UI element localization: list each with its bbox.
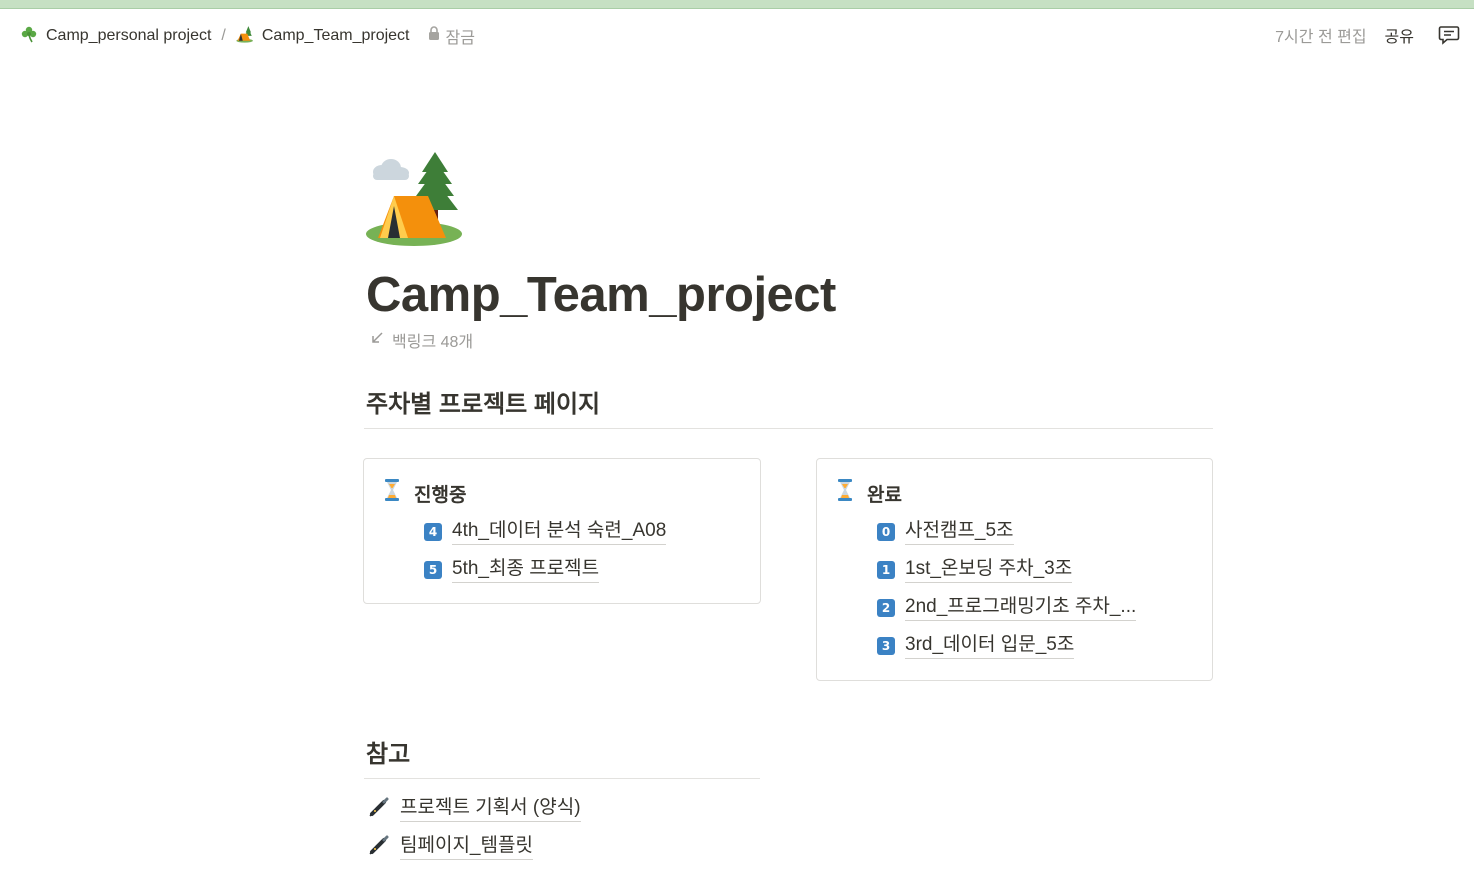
lock-label: 잠금 <box>445 30 475 47</box>
page-link-1st[interactable]: 1 1st_온보딩 주차_3조 <box>877 551 1136 589</box>
section-divider <box>364 778 760 779</box>
pen-icon <box>368 834 390 861</box>
backlinks-label: 백링크 48개 <box>392 334 474 351</box>
page-link-precamp[interactable]: 0 사전캠프_5조 <box>877 513 1136 551</box>
page-link-label: 사전캠프_5조 <box>905 519 1014 545</box>
keycap-4-icon: 4 <box>424 523 442 541</box>
page-link-project-plan[interactable]: 프로젝트 기획서 (양식) <box>368 790 581 828</box>
arrow-down-left-icon <box>370 331 384 350</box>
section-divider <box>364 428 1213 429</box>
page-link-3rd[interactable]: 3 3rd_데이터 입문_5조 <box>877 627 1136 665</box>
comment-icon[interactable] <box>1438 24 1462 46</box>
breadcrumb-item-team-project[interactable]: Camp_Team_project <box>232 25 414 48</box>
page-link-label: 3rd_데이터 입문_5조 <box>905 633 1075 659</box>
window-top-strip <box>0 0 1474 9</box>
page-link-label: 5th_최종 프로젝트 <box>452 557 600 583</box>
breadcrumb-item-personal-project[interactable]: Camp_personal project <box>16 25 215 48</box>
done-header[interactable]: 완료 <box>837 479 902 507</box>
in-progress-title: 진행중 <box>414 484 467 506</box>
page-title[interactable]: Camp_Team_project <box>366 262 836 328</box>
page-link-label: 팀페이지_템플릿 <box>400 834 533 860</box>
keycap-3-icon: 3 <box>877 637 895 655</box>
page-link-5th[interactable]: 5 5th_최종 프로젝트 <box>424 551 666 589</box>
page-link-label: 1st_온보딩 주차_3조 <box>905 557 1073 583</box>
hourglass-icon <box>837 479 853 507</box>
top-bar-tools: 7시간 전 편집 공유 <box>1275 23 1462 47</box>
backlinks-link[interactable]: 백링크 48개 <box>370 328 473 352</box>
lock-icon <box>428 26 440 46</box>
in-progress-card: 진행중 4 4th_데이터 분석 숙련_A08 5 5th_최종 프로젝트 <box>363 458 761 604</box>
in-progress-header[interactable]: 진행중 <box>384 479 466 507</box>
page-link-2nd[interactable]: 2 2nd_프로그래밍기초 주차_... <box>877 589 1137 627</box>
reference-list: 프로젝트 기획서 (양식) 팀페이지_템플릿 <box>368 790 581 866</box>
share-button[interactable]: 공유 <box>1385 23 1414 47</box>
reference-section-heading[interactable]: 참고 <box>366 734 410 769</box>
done-card: 완료 0 사전캠프_5조 1 1st_온보딩 주차_3조 2 2nd_프로그래밍… <box>816 458 1213 681</box>
weekly-section-heading[interactable]: 주차별 프로젝트 페이지 <box>366 384 600 419</box>
keycap-5-icon: 5 <box>424 561 442 579</box>
breadcrumb: Camp_personal project / Camp_Team_projec… <box>16 25 475 47</box>
done-title: 완료 <box>867 484 902 506</box>
page-link-team-template[interactable]: 팀페이지_템플릿 <box>368 828 581 866</box>
pen-icon <box>368 796 390 823</box>
keycap-1-icon: 1 <box>877 561 895 579</box>
hourglass-icon <box>384 479 400 507</box>
page-link-label: 4th_데이터 분석 숙련_A08 <box>452 519 667 545</box>
top-bar: Camp_personal project / Camp_Team_projec… <box>0 9 1474 61</box>
keycap-2-icon: 2 <box>877 599 895 617</box>
last-edited-text: 7시간 전 편집 <box>1275 29 1367 46</box>
breadcrumb-label: Camp_personal project <box>46 27 212 44</box>
keycap-0-icon: 0 <box>877 523 895 541</box>
lock-status[interactable]: 잠금 <box>428 24 475 48</box>
shamrock-icon <box>20 25 38 48</box>
breadcrumb-separator: / <box>221 27 226 44</box>
done-list: 0 사전캠프_5조 1 1st_온보딩 주차_3조 2 2nd_프로그래밍기초 … <box>877 513 1137 665</box>
in-progress-list: 4 4th_데이터 분석 숙련_A08 5 5th_최종 프로젝트 <box>424 513 667 589</box>
page-link-4th[interactable]: 4 4th_데이터 분석 숙련_A08 <box>424 513 667 551</box>
page-camping-icon[interactable] <box>366 150 464 248</box>
page-link-label: 프로젝트 기획서 (양식) <box>400 796 581 822</box>
camping-icon <box>236 25 254 48</box>
page-link-label: 2nd_프로그래밍기초 주차_... <box>905 595 1137 621</box>
breadcrumb-label: Camp_Team_project <box>261 27 410 44</box>
